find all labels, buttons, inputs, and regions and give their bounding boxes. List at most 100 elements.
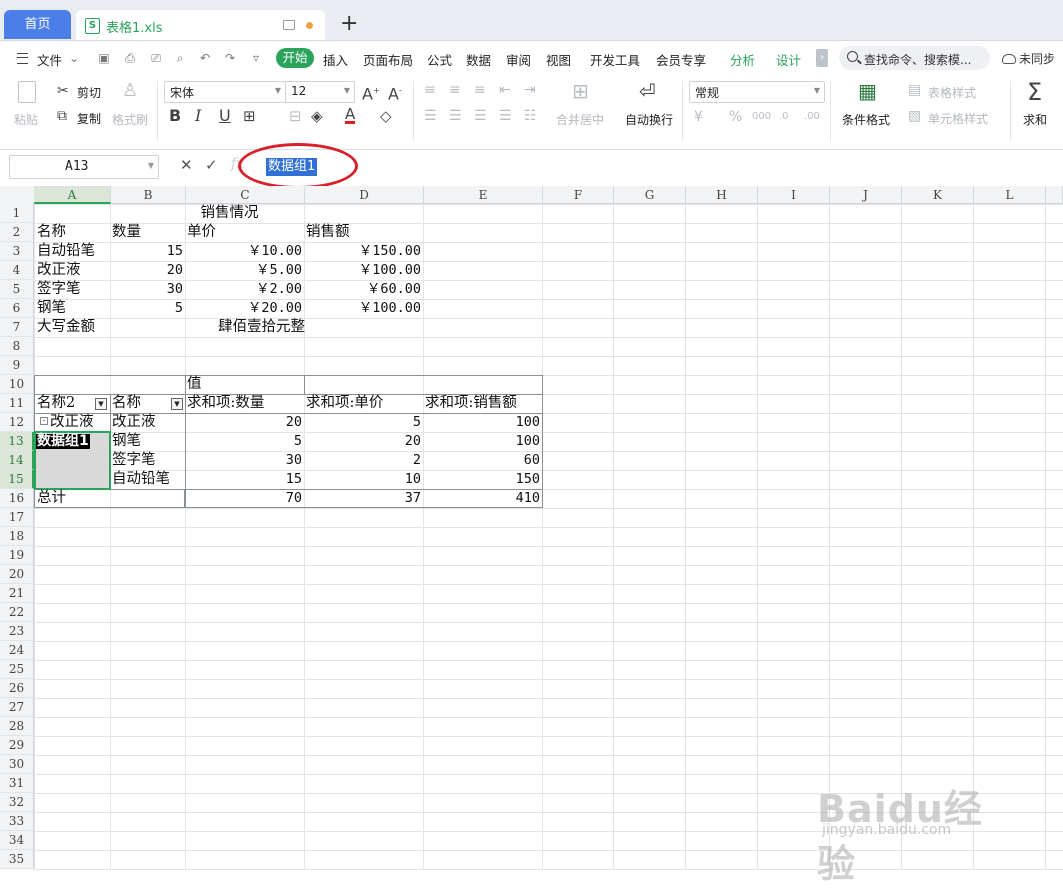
- data-cell[interactable]: ￥60.00: [304, 280, 421, 299]
- brush-icon[interactable]: ♙: [122, 82, 138, 100]
- copy-icon[interactable]: ⧉: [57, 108, 67, 124]
- row-header[interactable]: 16: [0, 489, 34, 508]
- header-cell-name[interactable]: 名称: [37, 223, 66, 242]
- row-header[interactable]: 31: [0, 774, 34, 793]
- menu-insert[interactable]: 插入: [323, 50, 348, 69]
- name-box[interactable]: A13 ▼: [9, 155, 159, 179]
- data-cell[interactable]: ￥20.00: [185, 299, 302, 318]
- format-painter-button[interactable]: 格式刷: [112, 111, 148, 128]
- italic-button[interactable]: I: [195, 108, 201, 124]
- more-quick-icon[interactable]: ▿: [250, 52, 262, 64]
- pivot-cell[interactable]: 60: [423, 451, 540, 470]
- border-icon[interactable]: ⊞: [243, 108, 256, 124]
- data-cell[interactable]: ￥100.00: [304, 261, 421, 280]
- increase-decimal-icon[interactable]: .0: [779, 109, 789, 125]
- filter-dropdown-icon[interactable]: ▼: [95, 398, 107, 410]
- menu-more-icon[interactable]: ›: [816, 49, 828, 67]
- menu-analyze[interactable]: 分析: [730, 50, 755, 69]
- pivot-cell[interactable]: 改正液: [112, 413, 156, 432]
- pivot-cell[interactable]: 150: [423, 470, 540, 489]
- column-header-b[interactable]: B: [111, 186, 186, 204]
- header-cell-price[interactable]: 单价: [187, 223, 216, 242]
- align-bottom-icon[interactable]: ≡: [474, 82, 486, 98]
- row-header[interactable]: 17: [0, 508, 34, 527]
- data-cell[interactable]: ￥150.00: [304, 242, 421, 261]
- formula-input[interactable]: 数据组1: [256, 156, 1056, 178]
- sheet-title-cell[interactable]: 销售情况: [185, 204, 274, 223]
- pivot-cell[interactable]: 10: [304, 470, 421, 489]
- data-cell[interactable]: ￥5.00: [185, 261, 302, 280]
- save-icon[interactable]: ▣: [98, 52, 110, 64]
- conditional-format-button[interactable]: 条件格式: [842, 111, 890, 128]
- pivot-cell[interactable]: 5: [185, 432, 302, 451]
- row-header[interactable]: 19: [0, 546, 34, 565]
- pivot-cell[interactable]: 自动铅笔: [112, 470, 170, 489]
- distribute-icon[interactable]: ☷: [524, 108, 537, 124]
- data-cell[interactable]: 5: [110, 299, 183, 318]
- spreadsheet-grid[interactable]: A B C D E F G H I J K L 1 2 3 4 5 6 7 8 …: [0, 186, 1063, 870]
- data-cell[interactable]: 自动铅笔: [37, 242, 95, 261]
- row-header[interactable]: 20: [0, 565, 34, 584]
- paste-button[interactable]: 粘贴: [14, 111, 38, 128]
- pivot-cell[interactable]: 15: [185, 470, 302, 489]
- row-header[interactable]: 34: [0, 831, 34, 850]
- pivot-header-price[interactable]: 求和项:单价: [306, 394, 383, 413]
- pivot-total-label[interactable]: 总计: [37, 489, 66, 508]
- data-cell[interactable]: ￥10.00: [185, 242, 302, 261]
- column-header-k[interactable]: K: [902, 186, 974, 204]
- select-all-corner[interactable]: [0, 186, 35, 205]
- cell-style-button[interactable]: 单元格样式: [928, 110, 988, 127]
- align-right-icon[interactable]: ☰: [474, 108, 487, 124]
- merge-center-button[interactable]: 合并居中: [556, 111, 604, 128]
- menu-review[interactable]: 审阅: [506, 50, 531, 69]
- row-header[interactable]: 33: [0, 812, 34, 831]
- pivot-total-cell[interactable]: 37: [304, 489, 421, 508]
- data-cell[interactable]: 钢笔: [37, 299, 66, 318]
- data-cell[interactable]: 20: [110, 261, 183, 280]
- column-header-i[interactable]: I: [758, 186, 830, 204]
- decrease-decimal-icon[interactable]: .00: [804, 109, 820, 125]
- collapse-icon[interactable]: -: [40, 417, 48, 425]
- row-header[interactable]: 26: [0, 679, 34, 698]
- row-header[interactable]: 25: [0, 660, 34, 679]
- column-header-c[interactable]: C: [186, 186, 305, 204]
- scissors-icon[interactable]: ✂: [57, 83, 69, 99]
- menu-start[interactable]: 开始: [276, 48, 314, 68]
- column-header-a[interactable]: A: [34, 186, 111, 204]
- column-header-h[interactable]: H: [686, 186, 758, 204]
- row-header[interactable]: 18: [0, 527, 34, 546]
- column-header-l[interactable]: L: [974, 186, 1046, 204]
- merge-icon[interactable]: ⊞: [572, 81, 589, 101]
- data-cell[interactable]: ￥2.00: [185, 280, 302, 299]
- pivot-values-label[interactable]: 值: [187, 375, 202, 394]
- sum-button[interactable]: 求和: [1023, 111, 1047, 128]
- pivot-header-name2[interactable]: 名称2: [37, 394, 75, 413]
- row-header[interactable]: 22: [0, 603, 34, 622]
- row-header[interactable]: 27: [0, 698, 34, 717]
- menu-member[interactable]: 会员专享: [656, 50, 706, 69]
- row-header[interactable]: 12: [0, 413, 34, 432]
- total-label-cell[interactable]: 大写金额: [37, 318, 95, 337]
- column-header-e[interactable]: E: [424, 186, 543, 204]
- row-header[interactable]: 7: [0, 318, 34, 337]
- column-header-g[interactable]: G: [614, 186, 686, 204]
- data-cell[interactable]: 15: [110, 242, 183, 261]
- row-header[interactable]: 15: [0, 470, 34, 489]
- tab-file[interactable]: S 表格1.xls: [76, 10, 325, 40]
- menu-design[interactable]: 设计: [776, 50, 801, 69]
- fill-color-icon[interactable]: ◈: [311, 108, 323, 124]
- cancel-icon[interactable]: ✕: [180, 156, 193, 174]
- underline-button[interactable]: U: [219, 108, 231, 124]
- pivot-total-cell[interactable]: 410: [423, 489, 540, 508]
- row-header[interactable]: 35: [0, 850, 34, 869]
- preview-icon[interactable]: ⌕: [174, 52, 186, 64]
- paste-icon[interactable]: [18, 81, 36, 103]
- pivot-cell[interactable]: 30: [185, 451, 302, 470]
- bold-button[interactable]: B: [169, 108, 181, 124]
- font-decrease-icon[interactable]: A-: [388, 83, 402, 102]
- hamburger-icon[interactable]: [17, 53, 28, 64]
- sync-status[interactable]: 未同步: [1002, 50, 1055, 67]
- confirm-icon[interactable]: ✓: [205, 156, 218, 174]
- row-header[interactable]: 29: [0, 736, 34, 755]
- pivot-cell[interactable]: 钢笔: [112, 432, 141, 451]
